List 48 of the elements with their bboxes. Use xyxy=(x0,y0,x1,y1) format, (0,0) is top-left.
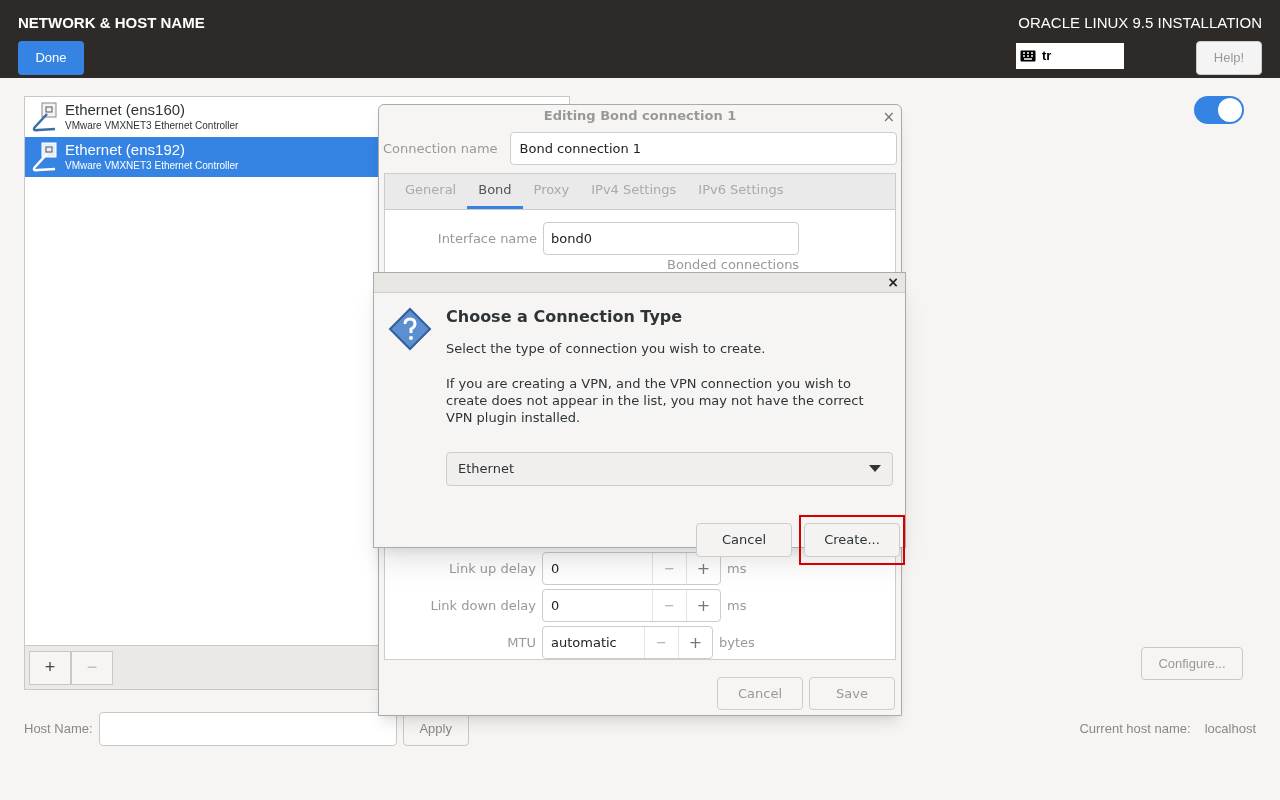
product-title: ORACLE LINUX 9.5 INSTALLATION xyxy=(1018,13,1262,33)
cancel-button[interactable]: Cancel xyxy=(696,522,792,557)
close-button[interactable]: × xyxy=(887,272,899,293)
page-title: NETWORK & HOST NAME xyxy=(18,13,205,33)
device-name: Ethernet (ens192) xyxy=(65,141,187,161)
unit-label: ms xyxy=(727,596,747,615)
tab[interactable]: Bond xyxy=(467,174,523,209)
vpn-note: If you are creating a VPN, and the VPN connection you wish to create does not appear in the list, you may not have the correct VPN plugin installed. xyxy=(446,374,865,426)
keyboard-icon xyxy=(1020,49,1036,62)
spin-label: Link down delay xyxy=(429,596,536,615)
done-button[interactable]: Done xyxy=(18,40,84,75)
host-name-field[interactable] xyxy=(98,712,397,746)
unit-label: ms xyxy=(727,559,747,578)
unit-label: bytes xyxy=(719,633,755,652)
save-button[interactable]: Save xyxy=(809,677,895,710)
interface-name-label: Interface name xyxy=(436,229,537,248)
device-name: Ethernet (ens160) xyxy=(65,101,187,121)
cancel-button[interactable]: Cancel xyxy=(717,677,803,710)
device-description: VMware VMXNET3 Ethernet Controller xyxy=(65,160,239,173)
caret-icon xyxy=(869,465,881,472)
decrement-button[interactable]: − xyxy=(652,590,686,621)
connection-type-dropdown[interactable]: Ethernet xyxy=(446,451,893,486)
spin-field[interactable]: 0 − + xyxy=(542,589,721,622)
spin-field[interactable]: automatic − + xyxy=(542,626,713,659)
interface-name-field[interactable]: bond0 xyxy=(543,221,799,255)
network-toggle[interactable] xyxy=(1194,96,1244,124)
spin-label: Link up delay xyxy=(448,559,536,578)
close-button[interactable]: × xyxy=(882,106,895,129)
decrement-button[interactable]: − xyxy=(644,627,678,658)
create-button[interactable]: Create... xyxy=(804,522,900,557)
host-name-label: Host Name: xyxy=(24,720,93,739)
decrement-button[interactable]: − xyxy=(652,553,686,584)
dialog-title: Choose a Connection Type xyxy=(446,306,684,328)
dialog-subtitle: Select the type of connection you wish to create. xyxy=(446,340,767,358)
keyboard-layout-field[interactable]: tr xyxy=(1016,42,1124,69)
bonded-connections-label: Bonded connections xyxy=(667,255,800,274)
help-button[interactable]: Help! xyxy=(1196,40,1262,75)
increment-button[interactable]: + xyxy=(686,590,720,621)
window-title: Editing Bond connection 1 xyxy=(543,107,737,126)
current-host-name: localhost xyxy=(1204,720,1256,739)
connection-name-field[interactable]: Bond connection 1 xyxy=(509,132,897,165)
spin-label: MTU xyxy=(506,633,536,652)
add-button[interactable]: + xyxy=(29,650,71,685)
increment-button[interactable]: + xyxy=(678,627,712,658)
question-icon xyxy=(388,307,432,351)
device-description: VMware VMXNET3 Ethernet Controller xyxy=(65,120,239,133)
current-host-name-label: Current host name: xyxy=(1079,720,1191,739)
connection-name-label: Connection name xyxy=(383,139,498,158)
